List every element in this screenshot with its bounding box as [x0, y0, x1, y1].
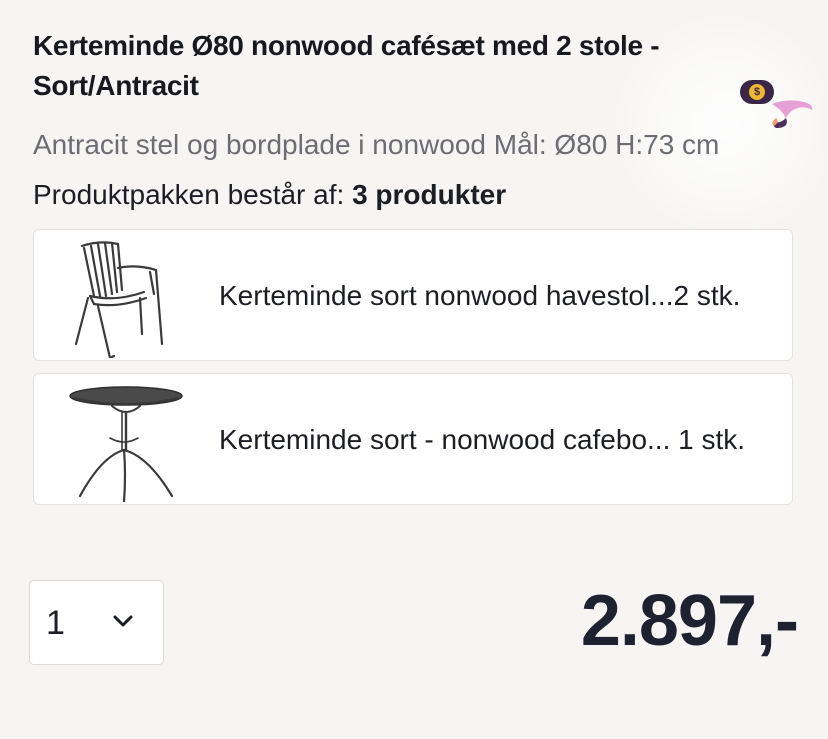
- chevron-down-icon: [113, 615, 133, 627]
- cafe-table-image: [69, 386, 183, 502]
- money-bag-icon: $: [749, 84, 765, 100]
- package-summary: Produktpakken består af: 3 produkter: [33, 176, 506, 214]
- product-price: 2.897,-: [580, 581, 799, 661]
- quantity-value: 1: [46, 604, 65, 642]
- product-title: Kerteminde Ø80 nonwood cafésæt med 2 sto…: [33, 30, 660, 101]
- package-label: Produktpakken består af:: [33, 179, 345, 210]
- package-count: 3 produkter: [352, 179, 507, 210]
- package-item-text: Kerteminde sort - nonwood cafebo... 1 st…: [219, 424, 746, 455]
- brand-logo-icon: [772, 100, 813, 128]
- quantity-select[interactable]: 1: [29, 580, 164, 665]
- product-description: Antracit stel og bordplade i nonwood Mål…: [33, 129, 720, 160]
- package-item-table[interactable]: Kerteminde sort - nonwood cafebo... 1 st…: [33, 373, 793, 505]
- garden-chair-image: [74, 241, 164, 358]
- package-item-chair[interactable]: Kerteminde sort nonwood havestol...2 stk…: [33, 229, 793, 361]
- package-item-text: Kerteminde sort nonwood havestol...2 stk…: [219, 280, 741, 311]
